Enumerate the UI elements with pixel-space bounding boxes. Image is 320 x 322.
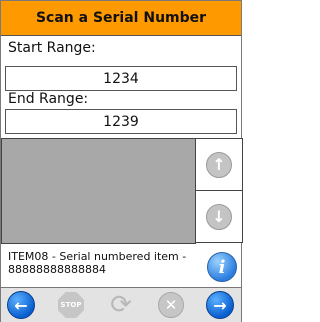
back-button[interactable]: ← xyxy=(7,291,35,319)
app-window: Scan a Serial Number Start Range: 1234 E… xyxy=(0,0,243,322)
page-title: Scan a Serial Number xyxy=(35,10,207,26)
serial-list[interactable] xyxy=(1,138,196,244)
refresh-button[interactable]: ⟳ xyxy=(107,291,135,319)
start-range-field[interactable]: 1234 xyxy=(5,66,237,91)
refresh-icon: ⟳ xyxy=(110,290,132,320)
start-range-label: Start Range: xyxy=(8,40,96,56)
scroll-up-button[interactable]: ↑ xyxy=(195,138,243,191)
info-icon[interactable]: i xyxy=(207,252,237,282)
stop-button[interactable]: STOP xyxy=(57,291,85,319)
arrow-left-icon: ← xyxy=(7,291,35,319)
end-range-field[interactable]: 1239 xyxy=(5,109,237,134)
scroll-down-button[interactable]: ↓ xyxy=(195,190,243,243)
next-button[interactable]: → xyxy=(206,291,234,319)
arrow-right-icon: → xyxy=(206,291,234,319)
arrow-down-icon: ↓ xyxy=(206,203,232,230)
end-range-label: End Range: xyxy=(8,91,89,107)
stop-icon: STOP xyxy=(58,292,84,318)
cancel-icon: ✕ xyxy=(158,292,184,318)
arrow-up-icon: ↑ xyxy=(206,151,232,178)
page-title-bar: Scan a Serial Number xyxy=(1,1,241,36)
bottom-toolbar: ← STOP ⟳ ✕ → xyxy=(1,287,241,322)
item-description: ITEM08 - Serial numbered item - 88888888… xyxy=(8,250,187,276)
cancel-button[interactable]: ✕ xyxy=(157,291,185,319)
stop-label: STOP xyxy=(60,301,82,309)
